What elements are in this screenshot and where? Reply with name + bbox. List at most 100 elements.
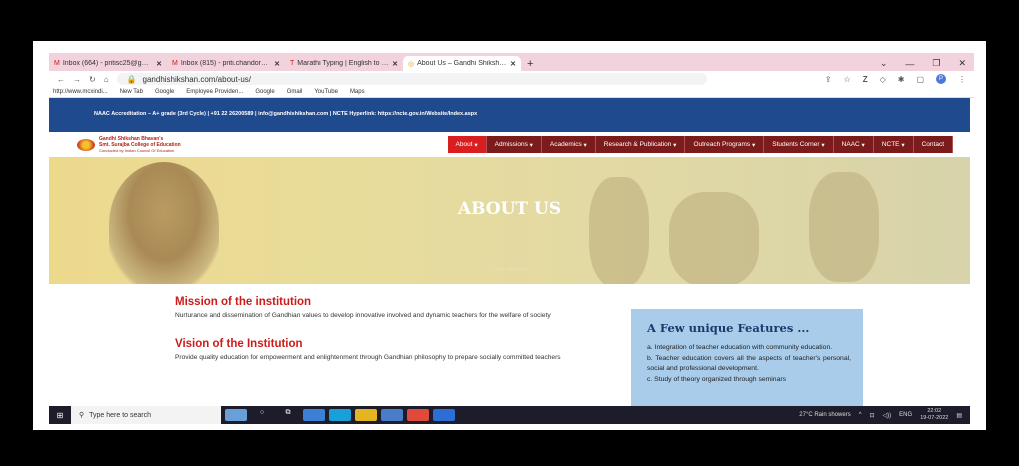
- browser-tab[interactable]: M Inbox (815) - priti.chandorkar@ ✕: [167, 56, 285, 71]
- app-icon[interactable]: [433, 409, 455, 421]
- nav-academics[interactable]: Academics ▾: [541, 136, 596, 153]
- forward-icon[interactable]: →: [73, 75, 81, 84]
- nav-about[interactable]: About ▾: [447, 136, 487, 153]
- search-icon: ⚲: [79, 412, 85, 419]
- windows-taskbar: ⊞ ⚲ Type here to search ○ ⧉ 27°C Rain sh…: [49, 406, 970, 424]
- browser-tab[interactable]: M Inbox (664) - pritisc25@gmail.co ✕: [49, 56, 167, 71]
- vision-heading: Vision of the Institution: [175, 338, 303, 350]
- nav-label: About: [455, 141, 473, 148]
- site-info-bar: NAAC Accreditation – A+ grade (3rd Cycle…: [49, 98, 970, 132]
- bookmark[interactable]: Google: [255, 89, 274, 95]
- nav-ncte[interactable]: NCTE ▾: [873, 136, 914, 153]
- share-icon[interactable]: ⇪: [825, 75, 832, 84]
- store-icon[interactable]: [381, 409, 403, 421]
- browser-toolbar: ⇪ ☆ Z ◇ ✱ ▢ P ⋮: [825, 74, 974, 84]
- language-indicator[interactable]: ENG: [899, 412, 912, 418]
- url-text: gandhishikshan.com/about-us/: [142, 74, 252, 84]
- menu-icon[interactable]: ⋮: [958, 75, 966, 84]
- mail-icon[interactable]: [303, 409, 325, 421]
- chrome-icon[interactable]: [407, 409, 429, 421]
- maximize-icon[interactable]: ❐: [932, 58, 940, 69]
- system-tray: 27°C Rain showers ^ ⊡ ◁)) ENG 22:02 19-0…: [799, 408, 970, 422]
- bookmark-star-icon[interactable]: ☆: [844, 75, 851, 84]
- logo-subline: Conducted by Indian Council Of Education: [99, 147, 175, 153]
- emblem-icon: [77, 138, 95, 151]
- tab-label: Inbox (815) - priti.chandorkar@: [180, 60, 272, 67]
- notifications-icon[interactable]: ▤: [956, 412, 962, 419]
- edge-icon[interactable]: [329, 409, 351, 421]
- volume-icon[interactable]: ◁)): [883, 412, 892, 419]
- minimize-icon[interactable]: —: [905, 59, 914, 69]
- nav-research[interactable]: Research & Publication ▾: [595, 136, 686, 153]
- gmail-icon: M: [54, 60, 60, 67]
- profile-avatar[interactable]: P: [936, 74, 946, 84]
- lock-icon: 🔒: [126, 74, 137, 84]
- breadcrumb[interactable]: Home / About Us: [49, 267, 970, 273]
- zotero-icon[interactable]: Z: [863, 75, 868, 84]
- bookmark[interactable]: Gmail: [287, 89, 303, 95]
- bookmark[interactable]: Employee Providen...: [186, 89, 243, 95]
- nav-label: Students Corner: [772, 141, 820, 148]
- reload-icon[interactable]: ↻: [89, 75, 96, 84]
- close-tab-icon[interactable]: ✕: [274, 60, 280, 68]
- weather-widget-icon[interactable]: [225, 409, 247, 421]
- windows-start-icon[interactable]: ⊞: [49, 411, 71, 420]
- clock[interactable]: 22:02 19-07-2022: [920, 408, 948, 422]
- nav-outreach[interactable]: Outreach Programs ▾: [685, 136, 765, 153]
- close-tab-icon[interactable]: ✕: [156, 60, 162, 68]
- window-controls: ⌄ — ❐ ✕: [880, 56, 974, 71]
- tab-label: Marathi Typing | English to Mara: [297, 60, 390, 67]
- bookmark[interactable]: YouTube: [314, 89, 338, 95]
- nav-naac[interactable]: NAAC ▾: [833, 136, 874, 153]
- page-title: ABOUT US: [457, 199, 562, 219]
- file-explorer-icon[interactable]: [355, 409, 377, 421]
- browser-tab[interactable]: T Marathi Typing | English to Mara ✕: [285, 56, 403, 71]
- close-window-icon[interactable]: ✕: [958, 58, 966, 69]
- back-icon[interactable]: ←: [57, 75, 65, 84]
- logo-line: Smt. Surajba College of Education: [99, 141, 181, 148]
- gmail-icon: M: [172, 60, 178, 67]
- screenshot-frame: M Inbox (664) - pritisc25@gmail.co ✕ M I…: [33, 41, 986, 430]
- extension-icon[interactable]: ◇: [880, 75, 886, 84]
- nav-label: Admissions: [494, 141, 528, 148]
- bookmark[interactable]: http://www.mcxindi...: [53, 89, 108, 95]
- nav-admissions[interactable]: Admissions ▾: [486, 136, 542, 153]
- puzzle-icon[interactable]: ✱: [898, 75, 905, 84]
- close-tab-icon[interactable]: ✕: [510, 60, 516, 68]
- tab-label: Inbox (664) - pritisc25@gmail.co: [62, 60, 153, 67]
- cortana-icon[interactable]: ○: [251, 409, 273, 421]
- task-view-icon[interactable]: ⧉: [277, 409, 299, 421]
- gandhi-portrait-image: [109, 162, 219, 284]
- home-icon[interactable]: ⌂: [104, 75, 109, 84]
- feature-item: b. Teacher education covers all the aspe…: [647, 355, 851, 372]
- mission-text: Nurturance and dissemination of Gandhian…: [175, 312, 551, 319]
- weather-status[interactable]: 27°C Rain showers: [799, 412, 850, 418]
- typing-icon: T: [290, 60, 295, 67]
- nav-students[interactable]: Students Corner ▾: [764, 136, 834, 153]
- nav-label: NAAC: [841, 141, 860, 148]
- background-figure: [809, 172, 879, 282]
- tab-search-icon[interactable]: ⌄: [880, 58, 888, 69]
- bookmark[interactable]: Google: [155, 89, 174, 95]
- browser-tab-active[interactable]: ◎ About Us – Gandhi Shikshan Bh ✕: [403, 56, 521, 71]
- main-content: Mission of the institution Nurturance an…: [49, 284, 970, 419]
- bookmark[interactable]: Maps: [350, 89, 365, 95]
- bookmark[interactable]: New Tab: [120, 89, 143, 95]
- taskbar-search-input[interactable]: ⚲ Type here to search: [71, 406, 221, 424]
- nav-contact[interactable]: Contact: [913, 136, 953, 153]
- hero-banner: ABOUT US Home / About Us: [49, 157, 970, 284]
- address-bar-row: ← → ↻ ⌂ 🔒 gandhishikshan.com/about-us/ ⇪…: [49, 71, 974, 87]
- site-logo[interactable]: Gandhi Shikshan Bhavan's Smt. Surajba Co…: [77, 136, 181, 154]
- clock-date: 19-07-2022: [920, 415, 949, 421]
- sidepanel-icon[interactable]: ▢: [916, 75, 924, 84]
- chevron-up-icon[interactable]: ^: [859, 412, 862, 418]
- new-tab-button[interactable]: +: [521, 56, 539, 71]
- main-nav: About ▾ Admissions ▾ Academics ▾ Researc…: [447, 136, 953, 153]
- network-icon[interactable]: ⊡: [870, 412, 875, 419]
- url-field[interactable]: 🔒 gandhishikshan.com/about-us/: [116, 73, 707, 85]
- search-placeholder: Type here to search: [89, 411, 152, 419]
- close-tab-icon[interactable]: ✕: [392, 60, 398, 68]
- browser-tab-bar: M Inbox (664) - pritisc25@gmail.co ✕ M I…: [49, 53, 974, 71]
- features-heading: A Few unique Features ...: [647, 321, 810, 335]
- nav-label: Research & Publication: [603, 141, 672, 148]
